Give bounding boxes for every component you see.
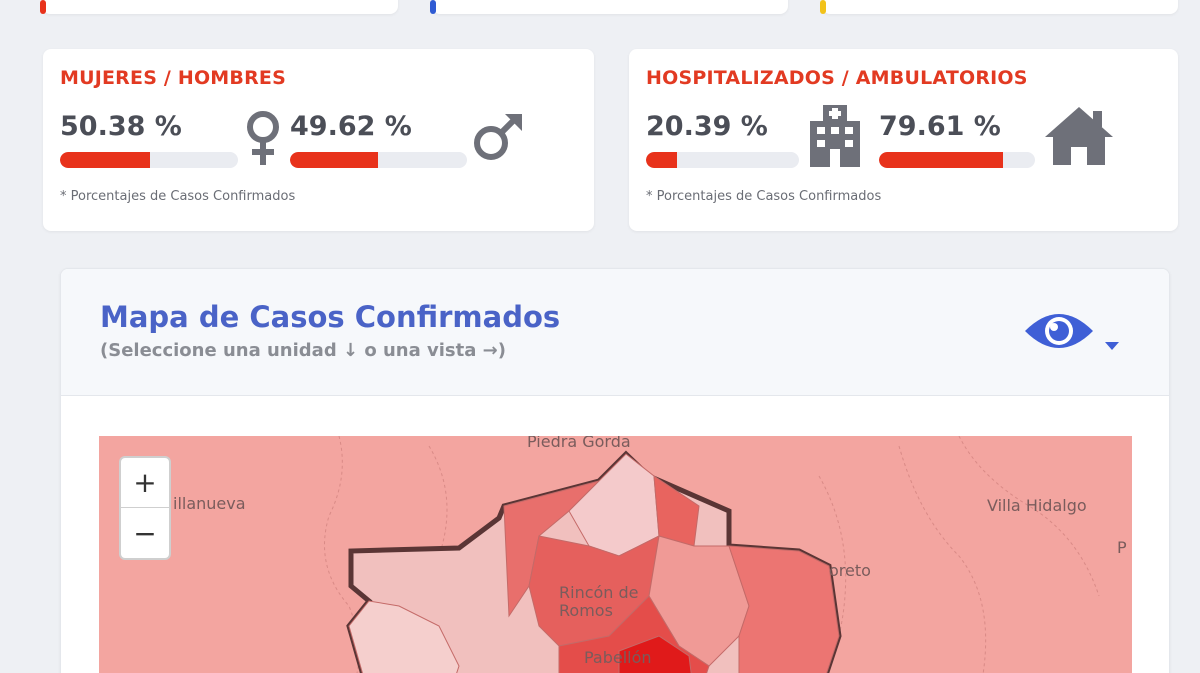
map-title: Mapa de Casos Confirmados bbox=[100, 300, 561, 334]
top-card-1 bbox=[40, 0, 398, 14]
choropleth-map[interactable] bbox=[99, 436, 1132, 673]
top-card-3-accent bbox=[820, 0, 826, 14]
place-label: Villa Hidalgo bbox=[987, 496, 1087, 515]
gender-note: * Porcentajes de Casos Confirmados bbox=[60, 189, 296, 204]
zoom-out-button[interactable]: − bbox=[121, 508, 169, 558]
top-card-1-accent bbox=[40, 0, 46, 14]
hospitalized-bar bbox=[646, 152, 799, 168]
zoom-control: + − bbox=[119, 456, 171, 560]
ambulatory-bar bbox=[879, 152, 1035, 168]
zoom-in-button[interactable]: + bbox=[121, 458, 169, 508]
female-icon bbox=[247, 111, 279, 165]
top-card-2-accent bbox=[430, 0, 436, 14]
gender-title: MUJERES / HOMBRES bbox=[60, 67, 286, 89]
map-header: Mapa de Casos Confirmados (Seleccione un… bbox=[61, 269, 1169, 396]
eye-icon[interactable] bbox=[1021, 299, 1131, 359]
hospitalized-percentage: 20.39 % bbox=[646, 111, 768, 142]
hospitalized-bar-fill bbox=[646, 152, 678, 168]
place-label: P bbox=[1117, 538, 1127, 557]
chevron-down-icon bbox=[1105, 342, 1119, 350]
men-bar-fill bbox=[290, 152, 378, 168]
women-bar-fill bbox=[60, 152, 150, 168]
hospital-title: HOSPITALIZADOS / AMBULATORIOS bbox=[646, 67, 1028, 89]
hospital-card: HOSPITALIZADOS / AMBULATORIOS 20.39 % 79… bbox=[629, 49, 1178, 231]
place-label: Rincón de Romos bbox=[559, 583, 639, 620]
home-icon bbox=[1045, 107, 1113, 165]
map-card: Mapa de Casos Confirmados (Seleccione un… bbox=[60, 268, 1170, 673]
men-bar bbox=[290, 152, 467, 168]
male-icon bbox=[474, 114, 522, 160]
map-area[interactable]: Piedra Gorda illanueva Villa Hidalgo ore… bbox=[99, 436, 1132, 673]
place-label: oreto bbox=[829, 561, 871, 580]
ambulatory-percentage: 79.61 % bbox=[879, 111, 1001, 142]
gender-card: MUJERES / HOMBRES 50.38 % 49.62 % * Porc… bbox=[43, 49, 594, 231]
top-card-2 bbox=[430, 0, 788, 14]
place-label: Piedra Gorda bbox=[527, 436, 631, 451]
map-subtitle: (Seleccione una unidad ↓ o una vista →) bbox=[100, 340, 506, 361]
place-label: Pabellón bbox=[584, 648, 652, 667]
women-percentage: 50.38 % bbox=[60, 111, 182, 142]
women-bar bbox=[60, 152, 238, 168]
hospital-note: * Porcentajes de Casos Confirmados bbox=[646, 189, 882, 204]
ambulatory-bar-fill bbox=[879, 152, 1004, 168]
top-card-3 bbox=[820, 0, 1178, 14]
hospital-icon bbox=[810, 105, 860, 167]
place-label: illanueva bbox=[173, 494, 246, 513]
men-percentage: 49.62 % bbox=[290, 111, 412, 142]
